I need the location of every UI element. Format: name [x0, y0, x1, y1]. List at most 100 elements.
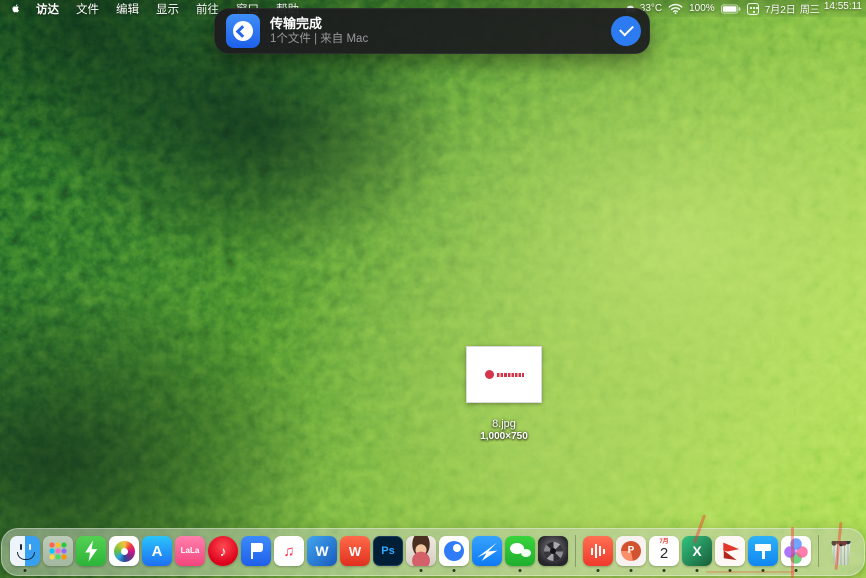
netease-glyph: ♪: [220, 544, 227, 558]
dock-item-lightning[interactable]: [76, 536, 106, 566]
date: 7月2日: [765, 1, 796, 16]
lightning-app-icon: [76, 536, 106, 566]
game-center-icon: [781, 536, 811, 566]
thumbnail-red-text: [497, 373, 524, 377]
red-flag-app-icon: [715, 536, 745, 566]
trash-basket: [830, 540, 852, 565]
dock-item-keynote[interactable]: [748, 536, 778, 566]
wps-glyph: W: [349, 545, 361, 558]
desktop: 访达文件编辑显示前往窗口帮助 33°C 100% 7月2日 周三 14:55:1…: [0, 0, 866, 578]
menu-item-2[interactable]: 文件: [76, 1, 99, 17]
photoshop-icon: Ps: [373, 536, 403, 566]
dock-item-ximalaya[interactable]: [583, 536, 613, 566]
running-indicator: [795, 569, 798, 572]
notification-banner[interactable]: 传输完成 1个文件 | 来自 Mac: [214, 8, 650, 54]
time: 14:55:11: [824, 1, 862, 16]
dock-item-redflag[interactable]: [715, 536, 745, 566]
running-indicator: [24, 569, 27, 572]
thunder-app-icon: [472, 536, 502, 566]
netease-music-icon: ♪: [208, 536, 238, 566]
red-annotation-stroke: [706, 571, 794, 573]
dock: A LaLa ♪ ♫ W W Ps P 7月2 X: [1, 528, 865, 576]
dock-item-netease[interactable]: ♪: [208, 536, 238, 566]
wallpaper: [0, 0, 866, 578]
running-indicator: [597, 569, 600, 572]
thumbnail-red-logo-icon: [485, 370, 494, 379]
dock-item-launchpad[interactable]: [43, 536, 73, 566]
appstore-glyph: A: [152, 544, 163, 559]
dock-item-blueflag[interactable]: [241, 536, 271, 566]
running-indicator: [630, 569, 633, 572]
dock-item-photos[interactable]: [109, 536, 139, 566]
menu-item-1[interactable]: 访达: [36, 1, 59, 17]
calendar-icon: 7月2: [649, 536, 679, 566]
running-indicator: [519, 569, 522, 572]
powerpoint-glyph: P: [628, 546, 635, 556]
dock-item-appstore[interactable]: A: [142, 536, 172, 566]
weekday: 周三: [800, 1, 820, 16]
keynote-icon: [748, 536, 778, 566]
dock-item-thunder[interactable]: [472, 536, 502, 566]
dock-item-aperture[interactable]: [538, 536, 568, 566]
trash-icon: [826, 536, 856, 566]
apple-menu[interactable]: [10, 2, 22, 15]
calendar-day: 2: [660, 546, 668, 562]
aperture-app-icon: [538, 536, 568, 566]
running-indicator: [663, 569, 666, 572]
menu-item-4[interactable]: 显示: [156, 1, 179, 17]
dock-item-lala[interactable]: LaLa: [175, 536, 205, 566]
ximalaya-icon: [583, 536, 613, 566]
app-store-icon: A: [142, 536, 172, 566]
excel-icon: X: [682, 536, 712, 566]
image-thumbnail: [466, 346, 542, 403]
file-name: 8.jpg: [465, 418, 543, 430]
excel-glyph: X: [692, 544, 701, 558]
dock-item-trash[interactable]: [826, 536, 856, 566]
lala-glyph: LaLa: [181, 547, 200, 555]
menu-item-3[interactable]: 编辑: [116, 1, 139, 17]
dock-item-gamecenter[interactable]: [781, 536, 811, 566]
running-indicator: [696, 569, 699, 572]
wps-office-icon: W: [340, 536, 370, 566]
powerpoint-icon: P: [616, 536, 646, 566]
dock-item-music[interactable]: ♫: [274, 536, 304, 566]
checkmark-icon[interactable]: [611, 16, 641, 46]
dock-divider: [575, 535, 576, 567]
dock-item-bluecircle[interactable]: [439, 536, 469, 566]
finder-icon: [10, 536, 40, 566]
dock-item-powerpoint[interactable]: P: [616, 536, 646, 566]
dock-item-photoshop[interactable]: Ps: [373, 536, 403, 566]
battery-icon[interactable]: [721, 4, 741, 14]
running-indicator: [453, 569, 456, 572]
running-indicator: [420, 569, 423, 572]
avatar-app-icon: [406, 536, 436, 566]
input-method-icon[interactable]: [747, 3, 759, 15]
dock-item-wechat[interactable]: [505, 536, 535, 566]
word-icon: W: [307, 536, 337, 566]
dock-item-word[interactable]: W: [307, 536, 337, 566]
photoshop-glyph: Ps: [381, 546, 394, 557]
wechat-icon: [505, 536, 535, 566]
music-glyph: ♫: [283, 544, 294, 559]
photos-icon: [109, 536, 139, 566]
file-resolution: 1,000×750: [465, 431, 543, 442]
localsend-icon: [226, 14, 260, 48]
apple-logo-icon: [10, 2, 22, 15]
apple-music-icon: ♫: [274, 536, 304, 566]
dock-item-excel[interactable]: X: [682, 536, 712, 566]
status-bar: 33°C 100% 7月2日 周三 14:55:11: [624, 0, 862, 17]
battery-percent: 100%: [689, 3, 715, 14]
desktop-file[interactable]: 8.jpg 1,000×750: [465, 346, 543, 442]
menu-bar-clock[interactable]: 7月2日 周三 14:55:11: [765, 1, 862, 16]
dock-item-avatar[interactable]: [406, 536, 436, 566]
lala-app-icon: LaLa: [175, 536, 205, 566]
dock-item-wps[interactable]: W: [340, 536, 370, 566]
notification-text: 传输完成 1个文件 | 来自 Mac: [270, 16, 611, 46]
dock-divider: [818, 535, 819, 567]
word-glyph: W: [315, 544, 328, 558]
launchpad-icon: [43, 536, 73, 566]
dock-item-finder[interactable]: [10, 536, 40, 566]
dock-item-calendar[interactable]: 7月2: [649, 536, 679, 566]
blue-flag-app-icon: [241, 536, 271, 566]
wifi-icon[interactable]: [668, 3, 683, 14]
